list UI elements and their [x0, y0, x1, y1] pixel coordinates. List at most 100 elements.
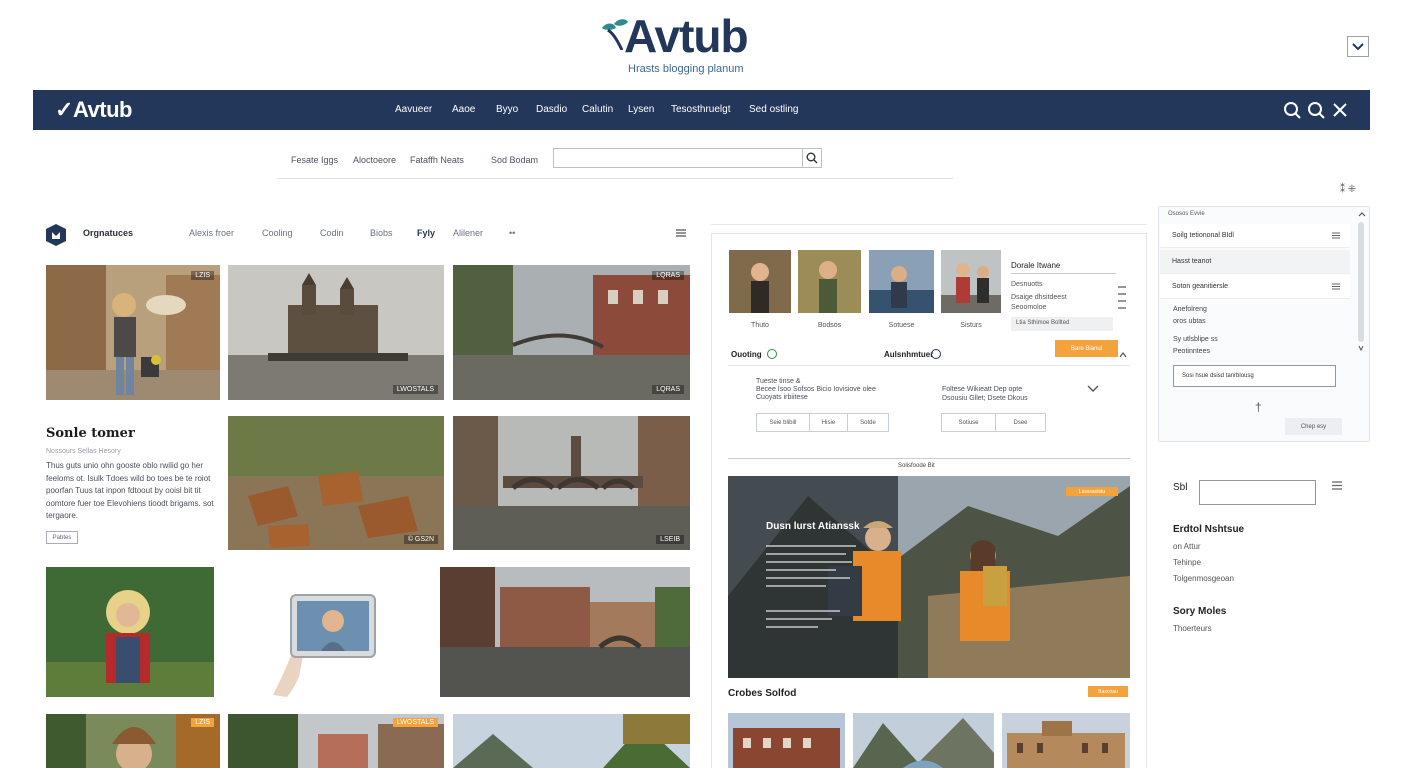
search-input[interactable] [553, 148, 803, 168]
category-item-6[interactable]: Fyly [417, 228, 435, 238]
sidebar-row-label: Soton geanitiersle [1172, 283, 1229, 290]
segment-left-1[interactable]: Seie blibill [756, 413, 810, 432]
nav-logo-text: Avtub [72, 97, 133, 122]
sidebar-input[interactable]: Sosi hsue dsisd tanrblousg [1173, 365, 1336, 387]
filter-label-1[interactable]: Fesate Iggs [291, 155, 338, 165]
sidebar-text-4: Peotinntees [1173, 348, 1210, 355]
chevron-up-icon[interactable] [1358, 212, 1366, 217]
segment-right-2[interactable]: Dsee [995, 413, 1046, 432]
category-item-2[interactable]: Alexis froer [189, 228, 234, 238]
photo-canal-houses[interactable] [440, 567, 690, 697]
menu-icon[interactable] [676, 229, 686, 237]
sidebar2-item[interactable]: Tehinpe [1173, 558, 1201, 567]
photo-portrait-woman[interactable]: LZIS [46, 714, 220, 768]
nav-link-1[interactable]: Aavueer [395, 104, 432, 115]
menu-icon[interactable] [1332, 232, 1340, 239]
menu-icon[interactable] [1332, 481, 1342, 490]
nav-link-3[interactable]: Byyo [496, 104, 518, 115]
menu-icon[interactable] [1332, 283, 1340, 290]
primary-action-button[interactable]: Bare Bianul [1055, 340, 1118, 357]
profile-thumb-2[interactable] [798, 250, 861, 313]
category-more[interactable]: •• [509, 228, 515, 238]
nav-link-2[interactable]: Aaoe [452, 104, 475, 115]
user-info-field[interactable]: Ltia Sthimoe Bollted [1011, 317, 1113, 331]
add-icon[interactable]: † [1255, 400, 1262, 414]
chevron-up-icon[interactable] [1119, 352, 1127, 358]
photo-town-square[interactable]: LWOSTALS [228, 714, 444, 768]
photo-tag: LZIS [191, 271, 214, 280]
photo-woman-garden[interactable] [46, 567, 214, 697]
photo-traveler-street[interactable]: LZIS [46, 265, 220, 400]
section-action-button[interactable]: Bascoau [1088, 686, 1128, 697]
photo-tag: © GS2N [403, 535, 438, 544]
photo-tag: LWOSTALS [392, 385, 438, 394]
sidebar-row-label: Hasst teanot [1172, 258, 1212, 265]
nav-link-8[interactable]: Sed ostling [749, 104, 798, 115]
tablet-illustration [263, 585, 383, 705]
category-item-4[interactable]: Codin [320, 228, 344, 238]
category-item-3[interactable]: Cooling [262, 228, 293, 238]
sidebar-button[interactable]: Chep esy [1285, 418, 1342, 435]
photo-old-building[interactable] [728, 713, 845, 768]
photo-canal-brick[interactable]: LQRAS LQRAS [453, 265, 690, 400]
sidebar2-item[interactable]: Tolgenmosgeoan [1173, 574, 1234, 583]
collapse-button[interactable] [1347, 36, 1369, 57]
photo-mountain-river[interactable] [853, 713, 994, 768]
nav-link-6[interactable]: Lysen [628, 104, 654, 115]
article-read-button[interactable]: Pabtes [46, 531, 78, 544]
sidebar2-input[interactable] [1199, 480, 1316, 505]
check-circle-icon [767, 349, 777, 359]
category-item-1[interactable]: Orgnatuces [83, 228, 133, 238]
sidebar2-item[interactable]: on Attur [1173, 542, 1201, 551]
category-item-5[interactable]: Biobs [370, 228, 393, 238]
filter-label-3[interactable]: Fataffh Neats [410, 155, 464, 165]
chevron-down-icon[interactable] [1087, 385, 1099, 393]
hero-text-line [766, 585, 826, 587]
tab-aulsnhmtuer[interactable]: Aulsnhmtuer [884, 350, 933, 359]
segment-right-1[interactable]: Sotiuse [941, 413, 996, 432]
sidebar-row-3[interactable]: Soton geanitiersle [1160, 275, 1350, 299]
photo-mountain-valley[interactable] [453, 714, 690, 768]
filter-label-4[interactable]: Sod Bodam [491, 155, 538, 165]
share-icons[interactable]: ⁑ ⁜ [1340, 184, 1356, 195]
category-item-7[interactable]: Alilener [453, 228, 483, 238]
article-meta: Nossours Sellas Hesory [46, 448, 121, 455]
photo-stone-bridge[interactable]: LSEIB [453, 416, 690, 550]
hero-text-line [766, 626, 818, 628]
nav-check-icon: ✓ [55, 97, 73, 122]
search-icon[interactable] [1283, 101, 1301, 119]
sidebar2-item[interactable]: Thoerteurs [1173, 624, 1212, 633]
nav-link-7[interactable]: Tesosthruelgt [671, 104, 730, 115]
hero-tag[interactable]: Lasssaolstu [1066, 487, 1118, 496]
nav-link-4[interactable]: Dasdio [536, 104, 567, 115]
option-right-line-1: Foltese Wikieatt Dep opte [942, 386, 1023, 393]
close-icon[interactable] [1331, 101, 1349, 119]
sidebar-row-1[interactable]: Soilg tetiononal BIdl [1160, 224, 1350, 248]
profile-thumb-1[interactable] [729, 250, 791, 313]
brand-logo[interactable]: Avtub [600, 10, 780, 62]
sidebar-row-2[interactable]: Hasst teanot [1160, 250, 1350, 274]
user-info-divider [1011, 273, 1116, 274]
profile-thumb-3[interactable] [869, 250, 934, 313]
scrollbar[interactable] [1357, 222, 1365, 352]
search-icon-secondary[interactable] [1307, 101, 1325, 119]
search-icon [806, 152, 818, 164]
category-badge-icon [46, 224, 66, 246]
photo-forest-seats[interactable]: © GS2N [228, 416, 444, 550]
scroll-handle-icon[interactable] [1118, 285, 1126, 313]
user-info-line-3: Seoomoloe [1011, 304, 1047, 311]
filter-label-2[interactable]: Aloctoeore [353, 155, 396, 165]
photo-castle-lake[interactable]: LWOSTALS [228, 265, 444, 400]
main-navbar: ✓Avtub Aavueer Aaoe Byyo Dasdio Calutin … [33, 90, 1370, 130]
search-button[interactable] [802, 148, 822, 168]
profile-thumb-4[interactable] [941, 250, 1001, 313]
segment-left-2[interactable]: Hisie [809, 413, 848, 432]
nav-link-5[interactable]: Calutin [582, 104, 613, 115]
article-title[interactable]: Sonle tomer [46, 426, 135, 441]
hero-text-line [766, 561, 852, 563]
photo-city-palace[interactable] [1002, 713, 1130, 768]
nav-logo[interactable]: ✓Avtub [55, 97, 132, 123]
tab-ouoting[interactable]: Ouoting [731, 350, 762, 359]
segment-left-3[interactable]: Sotde [847, 413, 889, 432]
article-body: Thus guts unio ohn gooste oblo rwilid go… [46, 461, 214, 520]
